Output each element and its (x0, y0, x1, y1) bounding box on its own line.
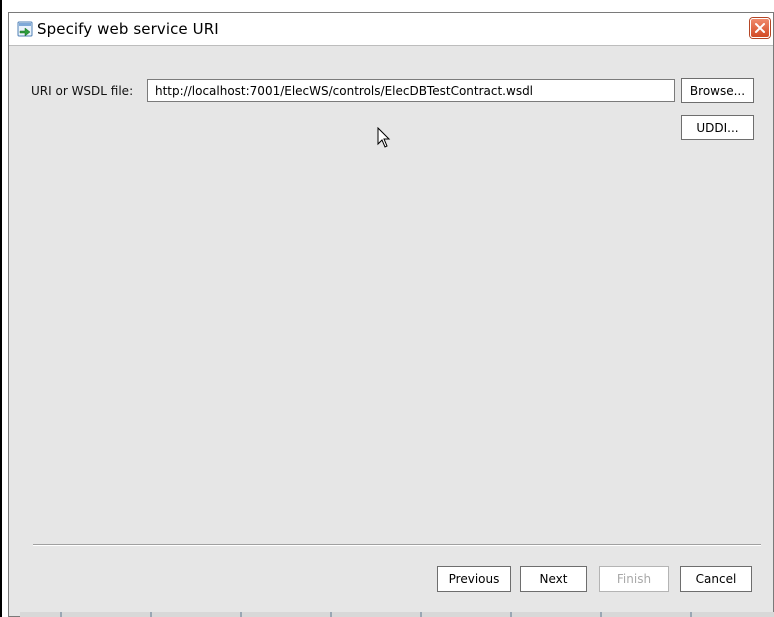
mouse-pointer-icon (377, 126, 391, 153)
dialog-title: Specify web service URI (37, 20, 219, 38)
dialog-titlebar[interactable]: Specify web service URI (9, 13, 773, 46)
cancel-button[interactable]: Cancel (680, 566, 752, 592)
uri-input[interactable] (147, 79, 675, 102)
uddi-button[interactable]: UDDI... (681, 115, 754, 140)
footer-separator (33, 544, 761, 546)
next-button[interactable]: Next (520, 566, 587, 592)
close-icon (755, 23, 765, 33)
wizard-app-icon (17, 21, 33, 37)
background-window-edge (0, 0, 2, 617)
taskbar-strip (20, 612, 774, 617)
finish-button: Finish (599, 566, 669, 592)
previous-button[interactable]: Previous (437, 566, 511, 592)
specify-uri-dialog: Specify web service URI URI or WSDL file… (8, 12, 774, 617)
screen: Specify web service URI URI or WSDL file… (0, 0, 774, 617)
close-button[interactable] (750, 18, 770, 38)
browse-button[interactable]: Browse... (681, 78, 754, 103)
uri-label: URI or WSDL file: (31, 84, 134, 98)
